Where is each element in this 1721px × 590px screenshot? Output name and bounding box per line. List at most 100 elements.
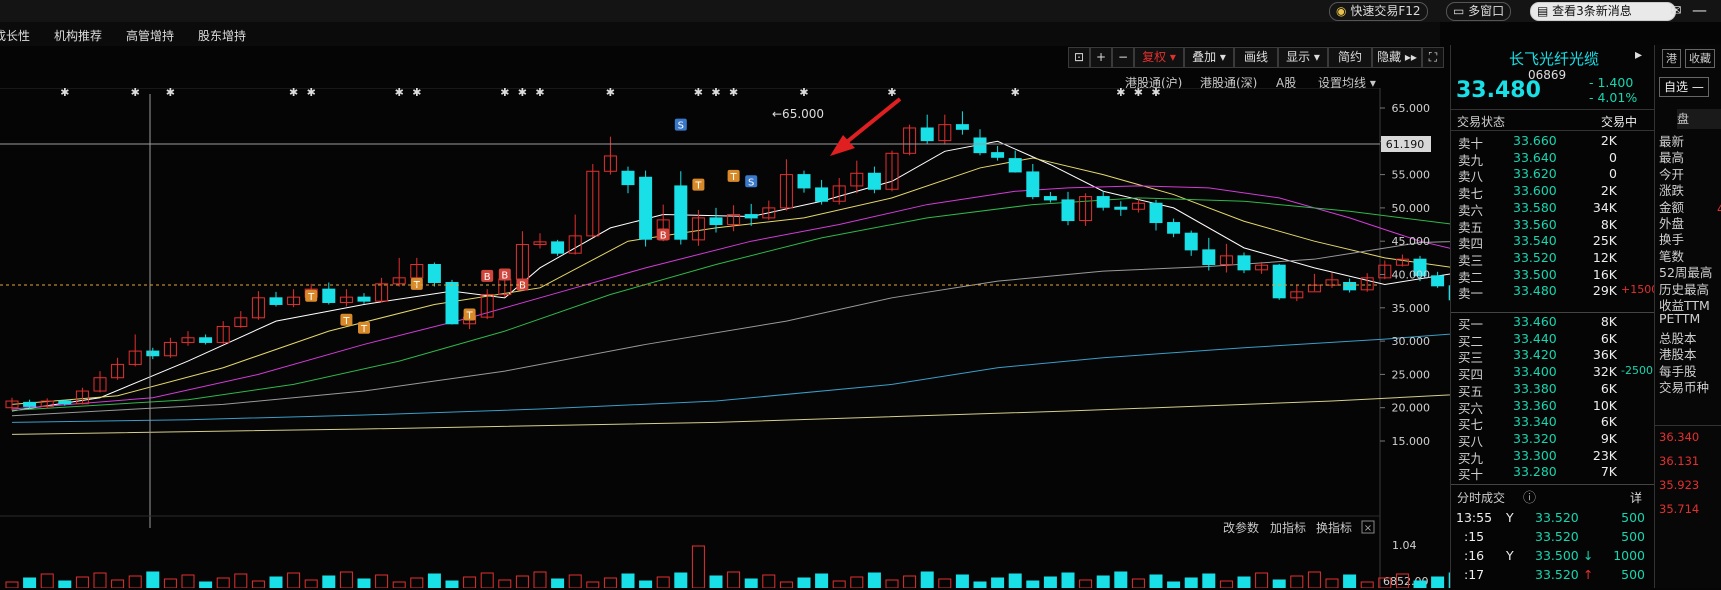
event-star[interactable]: ✱: [887, 88, 896, 99]
tab-institution[interactable]: 机构推荐: [54, 27, 102, 44]
event-star[interactable]: ✱: [799, 88, 808, 99]
volume-bar: [1008, 573, 1022, 588]
quick-trade-button[interactable]: ◉ 快速交易F12: [1329, 2, 1428, 21]
adjust-button[interactable]: 复权 ▾: [1134, 47, 1184, 68]
ask-row: 卖五 33.560 8K: [1451, 217, 1651, 235]
draw-line-button[interactable]: 画线: [1234, 47, 1278, 68]
hide-button[interactable]: 隐藏 ▸▸: [1372, 47, 1422, 68]
mini-scale-label: 36.340: [1659, 430, 1700, 444]
volume-bar: [163, 578, 177, 588]
next-stock-icon[interactable]: ▸: [1635, 47, 1642, 63]
volume-bar: [128, 575, 142, 588]
display-button[interactable]: 显示 ▾: [1278, 47, 1328, 68]
ask-row: 卖六 33.580 34K: [1451, 200, 1651, 218]
volume-bar: [586, 581, 600, 588]
ask-row: 卖九 33.640 0: [1451, 150, 1651, 168]
event-star[interactable]: ✱: [711, 88, 720, 99]
edit-params-link[interactable]: 改参数: [1223, 520, 1259, 535]
fullscreen-icon[interactable]: ⛶: [1422, 47, 1444, 68]
event-star[interactable]: ✱: [606, 88, 615, 99]
bid-price: 33.280: [1513, 464, 1557, 480]
tab-executive-increase[interactable]: 高管增持: [126, 27, 174, 44]
event-star[interactable]: ✱: [500, 88, 509, 99]
divider: [1451, 130, 1654, 131]
volume-bar: [93, 572, 107, 588]
messages-button[interactable]: ▤ 查看3条新消息: [1530, 2, 1676, 21]
y-tick-label: 15.000: [1392, 435, 1431, 448]
y-tick-label: 35.000: [1392, 302, 1431, 315]
add-watchlist-button[interactable]: 自选 —: [1659, 77, 1709, 97]
bid-qty: 9K: [1600, 430, 1617, 446]
candle-body: [23, 401, 37, 407]
panel-tab[interactable]: 盘: [1677, 109, 1721, 129]
event-star[interactable]: ✱: [60, 88, 69, 99]
simple-button[interactable]: 简约: [1328, 47, 1372, 68]
volume-bar: [903, 575, 917, 588]
detail-button[interactable]: 详: [1630, 489, 1642, 506]
bid-qty: 23K: [1592, 447, 1617, 463]
y-tick-label: 45.000: [1392, 235, 1431, 248]
event-star[interactable]: ✱: [131, 88, 140, 99]
event-star[interactable]: ✱: [166, 88, 175, 99]
zoom-in-icon[interactable]: +: [1090, 47, 1112, 68]
price-change: - 1.400: [1589, 75, 1634, 90]
kline-chart[interactable]: SSTTTTTTTBBBB ✱✱✱✱✱✱✱✱✱✱✱✱✱✱✱✱✱✱✱✱ 65.00…: [0, 88, 1450, 588]
event-star[interactable]: ✱: [729, 88, 738, 99]
event-star[interactable]: ✱: [1011, 88, 1020, 99]
event-star[interactable]: ✱: [1151, 88, 1160, 99]
tick-time: 13:55: [1456, 510, 1493, 525]
info-icon[interactable]: ⓘ: [1523, 487, 1536, 506]
ask-row: 卖四 33.540 25K: [1451, 233, 1651, 251]
mail-icon[interactable]: ✉: [1670, 3, 1682, 19]
event-star[interactable]: ✱: [307, 88, 316, 99]
volume-bar: [58, 580, 72, 588]
favorite-button[interactable]: 收藏: [1685, 49, 1715, 68]
marker-label: B: [501, 271, 508, 282]
event-star[interactable]: ✱: [1116, 88, 1125, 99]
candle-body: [1343, 281, 1357, 291]
volume-bar: [269, 576, 283, 588]
volume-bar: [146, 571, 160, 588]
marker-label: T: [694, 181, 702, 192]
volume-bar: [1343, 574, 1357, 588]
ask-price: 33.620: [1513, 166, 1557, 182]
lock-icon[interactable]: ⊡: [1068, 47, 1090, 68]
switch-indicator-link[interactable]: 换指标: [1316, 520, 1352, 535]
candle-body: [1167, 222, 1181, 234]
ask-price: 33.560: [1513, 216, 1557, 232]
bid-qty: 6K: [1600, 330, 1617, 346]
multi-window-button[interactable]: ▭ 多窗口: [1446, 2, 1512, 21]
bid-row: 买二 33.440 6K: [1451, 331, 1651, 349]
marker-label: T: [730, 172, 738, 183]
ask-price: 33.640: [1513, 149, 1557, 165]
event-star[interactable]: ✱: [395, 88, 404, 99]
bid-qty: 10K: [1592, 397, 1617, 413]
hk-button[interactable]: 港: [1662, 49, 1681, 68]
add-indicator-link[interactable]: 加指标: [1270, 520, 1306, 535]
tick-flag: Y: [1506, 510, 1514, 525]
marker-label: T: [360, 324, 368, 335]
tab-shareholder-increase[interactable]: 股东增持: [198, 27, 246, 44]
minimize-icon[interactable]: —: [1692, 1, 1707, 19]
tab-growth[interactable]: 成长性: [0, 27, 30, 44]
tick-row: :16 Y 33.500 ↓ 1000: [1450, 548, 1655, 567]
ask-qty: 25K: [1592, 233, 1617, 249]
event-star[interactable]: ✱: [412, 88, 421, 99]
bid-row: 买五 33.380 6K: [1451, 381, 1651, 399]
event-star[interactable]: ✱: [289, 88, 298, 99]
volume-bar: [234, 573, 248, 588]
event-star[interactable]: ✱: [694, 88, 703, 99]
overlay-button[interactable]: 叠加 ▾: [1184, 47, 1234, 68]
volume-bar: [1219, 580, 1233, 588]
volume-bar: [1061, 572, 1075, 588]
event-star[interactable]: ✱: [518, 88, 527, 99]
event-star[interactable]: ✱: [535, 88, 544, 99]
event-star[interactable]: ✱: [1134, 88, 1143, 99]
candle-body: [1043, 196, 1057, 201]
zoom-out-icon[interactable]: −: [1112, 47, 1134, 68]
bid-book: 买一 33.460 8K 买二 33.440 6K 买三 33.420 36K 买四 33.400 3…: [1451, 314, 1654, 494]
volume-bar: [815, 573, 829, 588]
tick-time: :16: [1464, 548, 1485, 563]
candle-body: [867, 172, 881, 190]
volume-bar: [639, 580, 653, 588]
